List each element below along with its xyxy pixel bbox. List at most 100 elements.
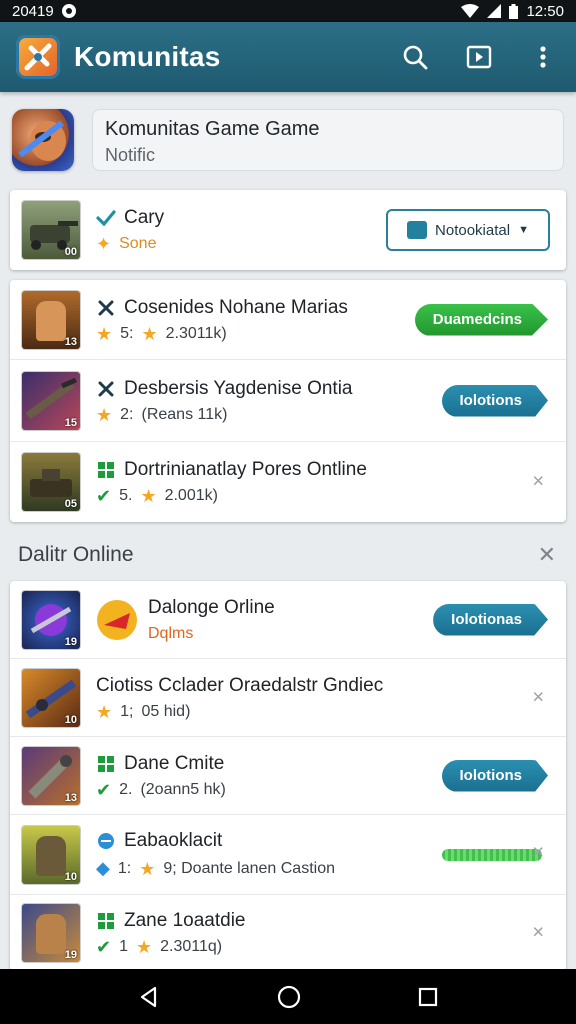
recents-icon[interactable]	[417, 986, 439, 1008]
game-list-2: 19 Dalonge Orline Dqlms Iolotionas 10 Ci…	[10, 581, 566, 971]
list-item[interactable]: 19 Zane 1oaatdie ✔ 1 ★ 2.3011q) ×	[10, 895, 566, 971]
check-icon: ✔	[96, 937, 112, 957]
app-bar: Komunitas	[0, 22, 576, 92]
play-box-button[interactable]	[462, 40, 496, 74]
rating-prefix: 2.	[119, 780, 133, 798]
list-item[interactable]: 19 Dalonge Orline Dqlms Iolotionas	[10, 581, 566, 659]
game-title: Zane 1oaatdie	[124, 910, 246, 931]
game-thumbnail: 10	[22, 668, 80, 727]
star-icon: ★	[96, 323, 113, 344]
dismiss-icon[interactable]: ×	[532, 922, 544, 945]
rating-text: 2.3011k)	[165, 324, 227, 342]
grid-icon	[96, 754, 116, 774]
dismiss-icon[interactable]: ×	[532, 842, 544, 865]
community-header: Komunitas Game Game Notific	[12, 100, 564, 180]
rating-text: (2oann5 hk)	[140, 780, 226, 798]
rating-prefix: 1	[119, 938, 128, 955]
check-icon: ✔	[96, 486, 112, 506]
rating-prefix: 1;	[120, 702, 134, 720]
thumbnail-level: 15	[64, 416, 77, 429]
community-title: Komunitas Game Game	[105, 118, 320, 140]
game-title: Dane Cmite	[124, 752, 225, 774]
star-icon: ★	[141, 323, 158, 344]
featured-title: Cary	[124, 207, 165, 228]
thumbnail-level: 19	[64, 949, 77, 961]
list-item[interactable]: 10 Eabaoklacit ◆ 1: ★ 9; Doante lanen Ca…	[10, 815, 566, 895]
notification-dropdown-button[interactable]: Notookiatal ▼	[386, 209, 550, 251]
controller-icon	[96, 379, 116, 399]
star-icon: ★	[139, 858, 156, 879]
action-button[interactable]: Iolotionas	[433, 603, 548, 636]
section-title: Dalitr Online	[18, 543, 134, 566]
rating-text: 2.3011q)	[160, 938, 223, 955]
game-subtitle: Dqlms	[148, 624, 194, 642]
thumbnail-level: 05	[64, 498, 77, 510]
rating-text: 2.001k)	[164, 487, 218, 504]
signal-icon	[487, 4, 502, 18]
community-avatar[interactable]	[12, 109, 74, 171]
world-icon	[96, 831, 116, 851]
game-title: Cosenides Nohane Marias	[124, 296, 348, 318]
rating-prefix: 5:	[120, 324, 134, 342]
community-info-box[interactable]: Komunitas Game Game Notific	[92, 109, 564, 171]
game-thumbnail: 05	[22, 453, 80, 511]
action-button[interactable]: Iolotions	[441, 759, 548, 792]
thumbnail-level: 10	[64, 870, 77, 883]
wifi-icon	[461, 4, 480, 18]
game-thumbnail: 13	[22, 746, 80, 805]
star-icon: ★	[96, 404, 113, 425]
dismiss-icon[interactable]: ×	[532, 471, 544, 494]
rating-text: 05 hid)	[141, 702, 191, 720]
grid-icon	[96, 911, 116, 931]
app-title: Komunitas	[74, 41, 221, 72]
status-time: 12:50	[526, 2, 564, 20]
game-title: Dortrinianatlay Pores Ontline	[124, 459, 367, 480]
more-options-button[interactable]	[526, 40, 560, 74]
status-left-text: 20419	[12, 2, 54, 20]
back-icon[interactable]	[137, 985, 161, 1009]
featured-subtitle: Sone	[119, 235, 157, 252]
search-icon	[403, 45, 428, 70]
dismiss-icon[interactable]: ×	[532, 686, 544, 709]
controller-icon	[96, 298, 116, 318]
action-label: Iolotionas	[451, 611, 522, 628]
game-title: Desbersis Yagdenise Ontia	[124, 377, 353, 399]
section-header: Dalitr Online ✕	[10, 535, 566, 575]
action-label: Iolotions	[459, 767, 523, 784]
list-item[interactable]: 05 Dortrinianatlay Pores Ontline ✔ 5. ★ …	[10, 442, 566, 522]
thumbnail-level: 10	[64, 713, 77, 726]
star-icon: ★	[96, 701, 113, 722]
notification-box-icon	[407, 221, 428, 239]
game-title: Ciotiss Cclader Oraedalstr Gndiec	[96, 674, 384, 696]
sparkle-icon: ✦	[96, 234, 112, 254]
action-button[interactable]: Iolotions	[441, 384, 548, 417]
action-button[interactable]: Duamedcins	[414, 303, 548, 336]
star-icon: ★	[136, 937, 153, 957]
game-list-1: 13 Cosenides Nohane Marias ★ 5: ★ 2.3011…	[10, 280, 566, 522]
list-item[interactable]: 15 Desbersis Yagdenise Ontia ★ 2: (Reans…	[10, 360, 566, 442]
section-close-icon[interactable]: ✕	[538, 542, 556, 568]
thumbnail-level: 13	[64, 335, 77, 348]
community-subtitle: Notific	[105, 145, 156, 165]
game-badge-icon	[97, 599, 137, 640]
featured-card: 00 Cary ✦ Sone Notookiatal ▼	[10, 190, 566, 270]
list-item[interactable]: 13 Cosenides Nohane Marias ★ 5: ★ 2.3011…	[10, 280, 566, 360]
search-button[interactable]	[398, 40, 432, 74]
play-box-icon	[466, 45, 492, 69]
rating-prefix: 2:	[120, 405, 134, 423]
list-item[interactable]: 13 Dane Cmite ✔ 2. (2oann5 hk) Iolotions	[10, 737, 566, 815]
game-thumbnail: 10	[22, 825, 80, 884]
list-item[interactable]: 10 Ciotiss Cclader Oraedalstr Gndiec ★ 1…	[10, 659, 566, 737]
featured-row[interactable]: 00 Cary ✦ Sone Notookiatal ▼	[10, 190, 566, 270]
app-logo-icon	[16, 35, 60, 79]
home-icon[interactable]	[276, 984, 302, 1010]
game-title: Eabaoklacit	[124, 830, 223, 851]
status-bar: 20419 12:50	[0, 0, 576, 22]
notification-button-label: Notookiatal	[435, 221, 511, 239]
star-icon: ★	[140, 486, 157, 506]
check-icon: ✔	[96, 779, 112, 800]
battery-icon	[509, 3, 519, 19]
more-vert-icon	[540, 46, 546, 68]
action-label: Duamedcins	[432, 311, 522, 328]
rating-prefix: 5.	[119, 487, 133, 504]
